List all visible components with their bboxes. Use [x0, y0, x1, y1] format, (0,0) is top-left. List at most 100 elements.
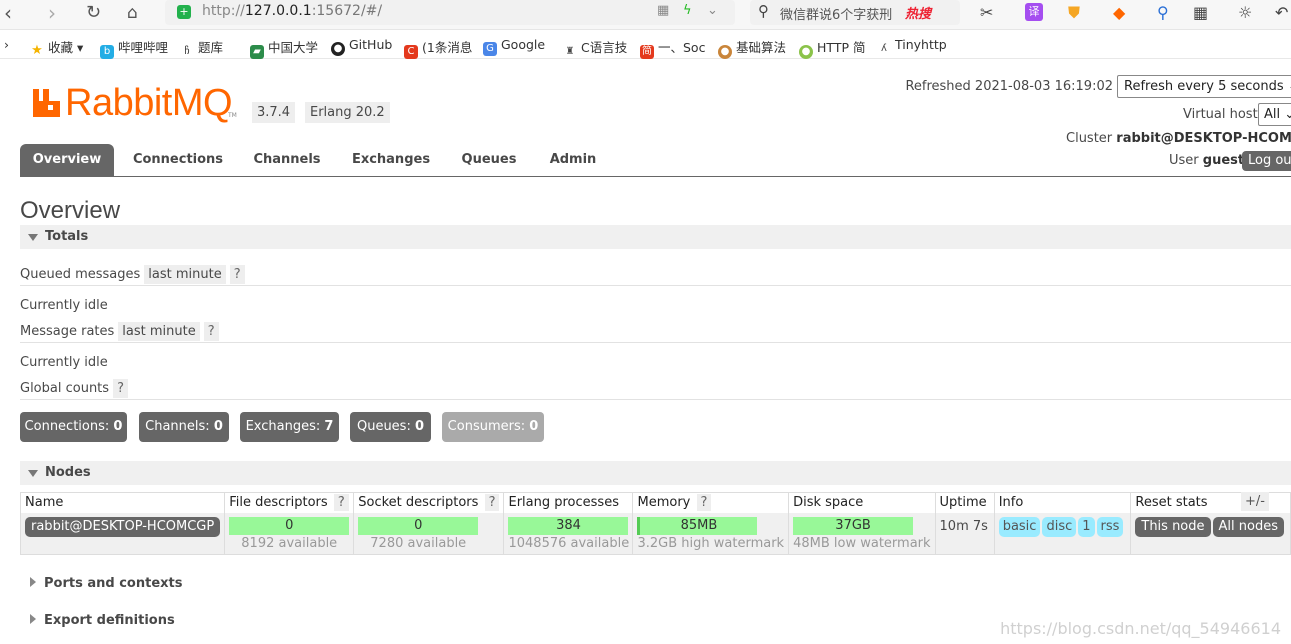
- nodes-table: Name File descriptors ? Socket descripto…: [19, 492, 1291, 555]
- reset-all-nodes-button[interactable]: All nodes: [1212, 516, 1284, 537]
- table-row: rabbit@DESKTOP-HCOMCGP 0 8192 available 0…: [19, 512, 1291, 555]
- reload-icon[interactable]: ↻: [86, 2, 101, 24]
- bookmark-item[interactable]: ʎ Tinyhttp: [877, 37, 947, 56]
- back-icon[interactable]: ‹: [4, 2, 12, 24]
- brightness-icon[interactable]: ☼: [1238, 3, 1252, 23]
- info-badge-disc[interactable]: disc: [1042, 516, 1077, 537]
- fd-cell: 0 8192 available: [224, 512, 355, 555]
- url-text[interactable]: http://127.0.0.1:15672/#/: [202, 3, 382, 19]
- help-icon[interactable]: ?: [333, 494, 349, 512]
- help-icon[interactable]: ?: [113, 379, 128, 398]
- divider: [20, 399, 1291, 400]
- magnifier-icon[interactable]: ⚲: [1157, 3, 1169, 23]
- chevron-down-icon[interactable]: ⌄: [707, 3, 718, 18]
- rates-idle-text: Currently idle: [20, 355, 108, 370]
- queued-messages-row: Queued messages last minute?: [20, 265, 245, 284]
- ports-section-header[interactable]: Ports and contexts: [30, 576, 182, 591]
- logo-tm: TM: [228, 112, 237, 119]
- global-counts-label: Global counts: [20, 381, 110, 396]
- browser-toolbar: ‹ › ↻ ⌂ + http://127.0.0.1:15672/#/ ▦ ϟ …: [0, 0, 1291, 30]
- channels-count-button[interactable]: Channels: 0: [139, 412, 229, 442]
- connections-count-button[interactable]: Connections: 0: [20, 412, 127, 442]
- tab-queues[interactable]: Queues: [452, 144, 526, 176]
- disk-watermark: 48MB low watermark: [793, 535, 931, 551]
- exchanges-count-button[interactable]: Exchanges: 7: [240, 412, 339, 442]
- info-badge-basic[interactable]: basic: [998, 516, 1041, 537]
- tab-admin[interactable]: Admin: [538, 144, 608, 176]
- nodes-section-header[interactable]: Nodes: [20, 461, 1291, 485]
- consumers-count-button[interactable]: Consumers: 0: [442, 412, 544, 442]
- virtual-host-select[interactable]: All ⌄: [1258, 103, 1291, 126]
- search-box[interactable]: ⚲ 微信群说6个字获刑 热搜: [750, 0, 960, 25]
- node-link[interactable]: rabbit@DESKTOP-HCOMCGP: [25, 516, 221, 537]
- refresh-interval-select[interactable]: Refresh every 5 seconds ⌄: [1117, 75, 1291, 98]
- memory-watermark: 3.2GB high watermark: [637, 535, 785, 551]
- fd-bar: 0: [229, 516, 350, 535]
- grid-icon[interactable]: ▦: [657, 3, 669, 18]
- shield-icon[interactable]: ⛊: [1068, 3, 1080, 23]
- help-icon[interactable]: ?: [229, 265, 245, 284]
- col-disk-space: Disk space: [788, 492, 936, 513]
- bookmark-item[interactable]: ♜ C语言技: [563, 37, 628, 59]
- refreshed-timestamp: Refreshed 2021-08-03 16:19:02: [905, 79, 1113, 94]
- translate-icon[interactable]: 译: [1025, 3, 1043, 21]
- column-toggle-button[interactable]: +/-: [1241, 492, 1269, 511]
- bookmark-item[interactable]: ჩ 题库: [180, 37, 223, 59]
- node-name-cell: rabbit@DESKTOP-HCOMCGP: [19, 512, 226, 555]
- expand-triangle-icon: [30, 577, 36, 587]
- bookmark-item[interactable]: ▰ 中国大学: [250, 37, 318, 59]
- totals-title: Totals: [45, 229, 89, 244]
- scissors-icon[interactable]: ✂: [980, 3, 993, 23]
- totals-section-header[interactable]: Totals: [20, 225, 1291, 249]
- info-badge-rss[interactable]: rss: [1096, 516, 1124, 537]
- tab-exchanges[interactable]: Exchanges: [342, 144, 440, 176]
- help-icon[interactable]: ?: [203, 322, 219, 341]
- bookmark-item[interactable]: b 哔哩哔哩: [100, 37, 168, 59]
- tab-connections[interactable]: Connections: [124, 144, 232, 176]
- collapse-triangle-icon: [28, 470, 38, 477]
- disk-bar: 37GB: [793, 516, 914, 535]
- bookmarks-chevron-icon[interactable]: ›: [4, 37, 9, 52]
- queued-range-chip[interactable]: last minute: [144, 265, 226, 284]
- ep-cell: 384 1048576 available: [503, 512, 634, 555]
- virtual-host-label: Virtual host: [1183, 107, 1258, 122]
- apps-icon[interactable]: ▦: [1193, 3, 1208, 23]
- gamepad-icon[interactable]: ◆: [1113, 3, 1125, 23]
- google-translate-icon: G: [483, 42, 497, 56]
- help-icon[interactable]: ?: [484, 494, 500, 512]
- help-icon[interactable]: ?: [696, 494, 712, 512]
- hot-label[interactable]: 热搜: [905, 3, 931, 22]
- tab-overview[interactable]: Overview: [20, 144, 114, 176]
- sd-available: 7280 available: [370, 535, 467, 551]
- bilibili-icon: b: [100, 45, 114, 59]
- export-section-header[interactable]: Export definitions: [30, 613, 175, 628]
- lightning-icon[interactable]: ϟ: [683, 3, 692, 18]
- uptime-cell: 10m 7s: [934, 512, 995, 555]
- nodes-title: Nodes: [45, 465, 91, 480]
- bookmark-item[interactable]: ● GitHub: [331, 37, 392, 56]
- bookmark-item[interactable]: ● HTTP 简: [799, 37, 865, 59]
- forward-icon[interactable]: ›: [48, 2, 56, 24]
- message-rates-label: Message rates: [20, 324, 115, 339]
- col-uptime: Uptime: [934, 492, 995, 513]
- csdn-icon: C: [404, 45, 418, 59]
- bookmark-item[interactable]: G Google: [483, 37, 545, 56]
- reset-this-node-button[interactable]: This node: [1135, 516, 1211, 537]
- info-badge-count[interactable]: 1: [1078, 516, 1095, 537]
- tinyhttp-icon: ʎ: [881, 43, 887, 54]
- bookmark-item[interactable]: 简一、Soc: [640, 37, 705, 59]
- sd-cell: 0 7280 available: [353, 512, 505, 555]
- home-icon[interactable]: ⌂: [127, 2, 138, 24]
- bookmark-item[interactable]: ● 基础算法: [718, 37, 786, 59]
- bookmark-item[interactable]: ★ 收藏 ▾: [30, 37, 83, 58]
- ep-bar: 384: [508, 516, 629, 535]
- bookmark-item[interactable]: C (1条消息: [404, 37, 472, 59]
- tab-channels[interactable]: Channels: [242, 144, 332, 176]
- address-bar[interactable]: + http://127.0.0.1:15672/#/ ▦ ϟ ⌄: [165, 0, 735, 25]
- rates-range-chip[interactable]: last minute: [118, 322, 200, 341]
- jianshu-icon: 简: [640, 45, 654, 59]
- queues-count-button[interactable]: Queues: 0: [350, 412, 431, 442]
- col-name: Name: [19, 492, 226, 513]
- undo-icon[interactable]: ↶: [1275, 3, 1288, 23]
- col-info: Info: [993, 492, 1132, 513]
